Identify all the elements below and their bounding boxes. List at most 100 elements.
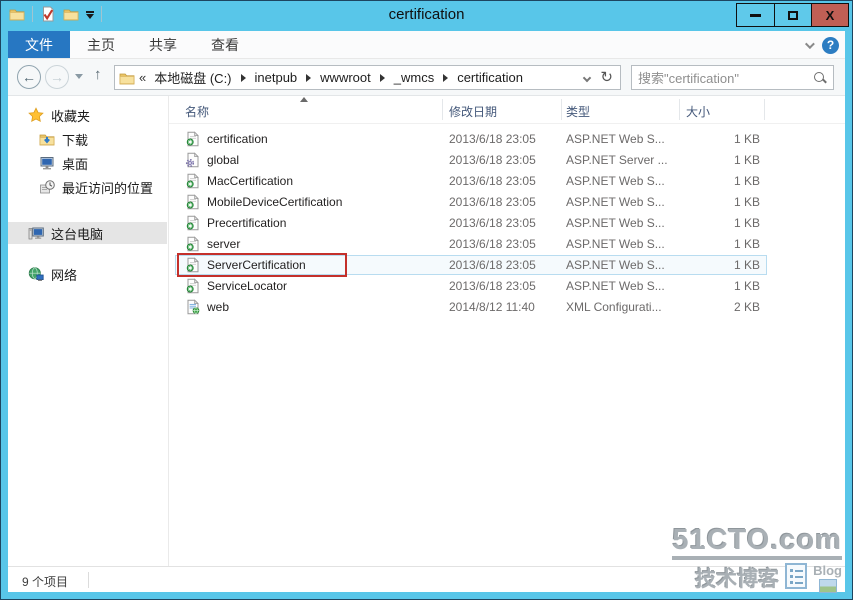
breadcrumb-separator-icon[interactable] — [306, 74, 311, 82]
column-divider[interactable] — [561, 99, 562, 120]
file-name-cell: ServiceLocator — [207, 279, 287, 293]
file-row[interactable]: Precertification2013/6/18 23:05ASP.NET W… — [169, 213, 845, 234]
forward-button[interactable]: → — [45, 65, 69, 89]
file-date-cell: 2013/6/18 23:05 — [449, 237, 536, 251]
file-type-cell: ASP.NET Server ... — [566, 153, 668, 167]
file-type-cell: ASP.NET Web S... — [566, 279, 665, 293]
breadcrumb-item[interactable]: inetpub — [251, 69, 302, 86]
file-row[interactable]: global2013/6/18 23:05ASP.NET Server ...1… — [169, 150, 845, 171]
file-date-cell: 2013/6/18 23:05 — [449, 132, 536, 146]
help-icon[interactable]: ? — [822, 37, 839, 54]
breadcrumb-separator-icon[interactable] — [380, 74, 385, 82]
aspx-file-icon — [185, 236, 201, 252]
file-row[interactable]: MobileDeviceCertification 2013/6/18 23:05… — [169, 192, 845, 213]
status-bar: 9 个项目 — [8, 566, 845, 592]
sidebar-item-下载[interactable]: 下载 — [8, 128, 167, 150]
recent-places-icon — [39, 179, 55, 195]
sidebar-item-最近访问的位置[interactable]: 最近访问的位置 — [8, 176, 167, 198]
close-button[interactable]: X — [811, 4, 848, 26]
breadcrumb-item[interactable]: certification — [453, 69, 527, 86]
navigation-bar: ← → ↑ « 本地磁盘 (C:) inetpub wwwroot _wmcs certi… — [8, 59, 845, 96]
file-type-cell: ASP.NET Web S... — [566, 237, 665, 251]
search-box[interactable]: 搜索"certification" — [631, 65, 834, 90]
file-type-cell: ASP.NET Web S... — [566, 174, 665, 188]
sidebar-item-网络[interactable]: 网络 — [8, 263, 167, 285]
minimize-ribbon-chevron-icon[interactable] — [805, 39, 815, 49]
tab-主页[interactable]: 主页 — [70, 31, 132, 58]
minimize-button[interactable] — [737, 4, 774, 26]
file-name-cell: web — [207, 300, 229, 314]
item-count-label: 9 个项目 — [22, 573, 68, 590]
window-controls: X — [736, 3, 849, 27]
star-icon — [28, 107, 44, 123]
sidebar-item-这台电脑[interactable]: 这台电脑 — [8, 222, 167, 244]
column-header-size[interactable]: 大小 — [686, 103, 710, 120]
file-name-cell: MobileDeviceCertification — [207, 195, 342, 209]
column-divider[interactable] — [679, 99, 680, 120]
main-area: 收藏夹下载桌面最近访问的位置这台电脑网络 名称 修改日期 类型 大小 certi… — [8, 96, 845, 566]
address-folder-icon — [119, 70, 135, 86]
ribbon-tab-row: 文件主页共享查看 ? — [8, 31, 845, 59]
sidebar-item-label: 网络 — [51, 265, 77, 284]
breadcrumb: « 本地磁盘 (C:) inetpub wwwroot _wmcs certificati… — [135, 67, 584, 88]
refresh-icon[interactable]: ↻ — [600, 70, 613, 85]
sidebar-item-收藏夹[interactable]: 收藏夹 — [8, 104, 167, 126]
file-type-cell: ASP.NET Web S... — [566, 195, 665, 209]
search-icon[interactable] — [813, 71, 827, 85]
column-header-type[interactable]: 类型 — [566, 103, 590, 120]
asax-file-icon — [185, 152, 201, 168]
aspx-file-icon — [185, 194, 201, 210]
recent-locations-chevron-icon[interactable] — [75, 74, 83, 79]
explorer-window: certification X 文件主页共享查看 ? ← → ↑ « 本地磁盘 (… — [0, 0, 853, 600]
computer-icon — [28, 225, 44, 241]
file-list: 名称 修改日期 类型 大小 certification 2013/6/18 23:… — [169, 96, 845, 566]
column-divider[interactable] — [442, 99, 443, 120]
file-type-cell: ASP.NET Web S... — [566, 132, 665, 146]
tab-文件[interactable]: 文件 — [8, 31, 70, 58]
file-row[interactable]: web2014/8/12 11:40XML Configurati...2 KB — [169, 297, 845, 318]
sidebar-item-桌面[interactable]: 桌面 — [8, 152, 167, 174]
sidebar-item-label: 收藏夹 — [51, 106, 90, 125]
tab-查看[interactable]: 查看 — [194, 31, 256, 58]
address-history-chevron-icon[interactable] — [583, 73, 591, 81]
sidebar-item-label: 桌面 — [62, 154, 88, 173]
column-header-date[interactable]: 修改日期 — [449, 103, 497, 120]
breadcrumb-item[interactable]: _wmcs — [390, 69, 438, 86]
aspx-file-icon — [185, 278, 201, 294]
file-date-cell: 2013/6/18 23:05 — [449, 216, 536, 230]
file-date-cell: 2013/6/18 23:05 — [449, 195, 536, 209]
file-type-cell: ASP.NET Web S... — [566, 216, 665, 230]
breadcrumb-item[interactable]: wwwroot — [316, 69, 375, 86]
aspx-file-icon — [185, 215, 201, 231]
tab-共享[interactable]: 共享 — [132, 31, 194, 58]
file-name-cell: certification — [207, 132, 268, 146]
desktop-icon — [39, 155, 55, 171]
column-divider[interactable] — [764, 99, 765, 120]
config-file-icon — [185, 299, 201, 315]
back-button[interactable]: ← — [17, 65, 41, 89]
maximize-icon — [788, 11, 798, 20]
file-date-cell: 2013/6/18 23:05 — [449, 279, 536, 293]
file-size-cell: 2 KB — [679, 300, 764, 314]
breadcrumb-separator-icon[interactable] — [241, 74, 246, 82]
file-row[interactable]: ServiceLocator 2013/6/18 23:05 ASP.NET Web… — [169, 276, 845, 297]
file-date-cell: 2013/6/18 23:05 — [449, 258, 536, 272]
file-size-cell: 1 KB — [679, 132, 764, 146]
breadcrumb-item[interactable]: 本地磁盘 (C:) — [150, 67, 235, 88]
network-icon — [28, 266, 44, 282]
column-header-name[interactable]: 名称 — [185, 103, 209, 120]
file-row[interactable]: MacCertification2013/6/18 23:05ASP.NET W… — [169, 171, 845, 192]
file-name-cell: ServerCertification — [207, 258, 306, 272]
up-button[interactable]: ↑ — [94, 66, 102, 83]
file-size-cell: 1 KB — [679, 174, 764, 188]
file-row[interactable]: ServerCertification2013/6/18 23:05ASP.NE… — [169, 255, 845, 276]
file-size-cell: 1 KB — [679, 237, 764, 251]
breadcrumb-overflow-icon[interactable]: « — [139, 70, 146, 85]
address-bar[interactable]: « 本地磁盘 (C:) inetpub wwwroot _wmcs certificati… — [114, 65, 621, 90]
file-row[interactable]: server2013/6/18 23:05ASP.NET Web S...1 K… — [169, 234, 845, 255]
file-row[interactable]: certification 2013/6/18 23:05 ASP.NET Web … — [169, 129, 845, 150]
maximize-button[interactable] — [774, 4, 811, 26]
file-date-cell: 2013/6/18 23:05 — [449, 174, 536, 188]
sort-ascending-icon — [300, 97, 308, 102]
breadcrumb-separator-icon[interactable] — [443, 74, 448, 82]
